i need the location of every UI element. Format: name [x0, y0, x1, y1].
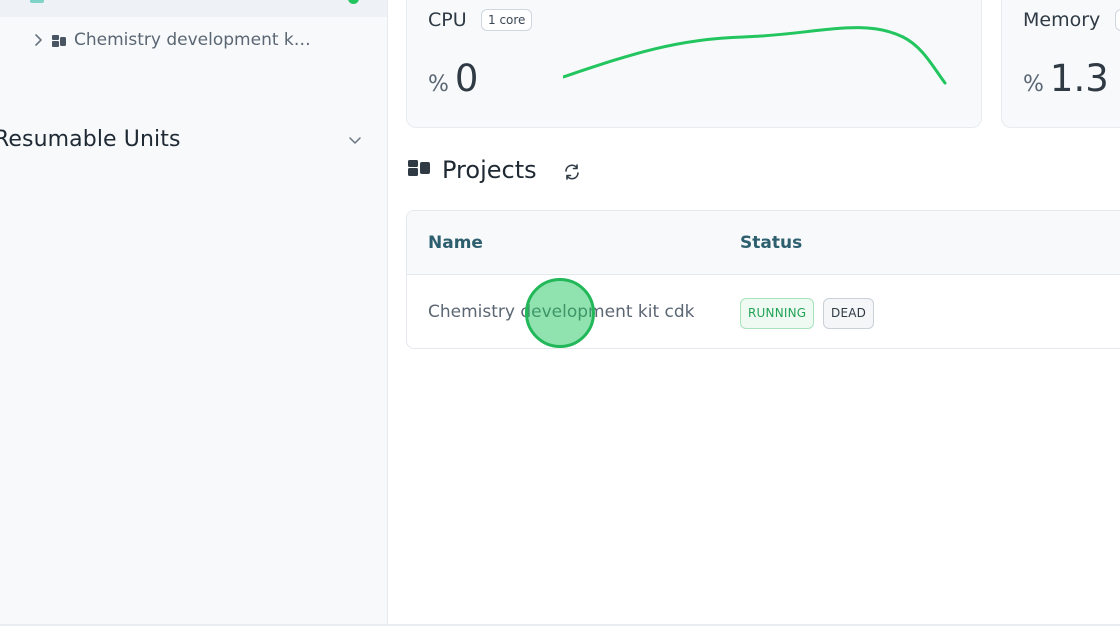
projects-table: Name Status Chemistry development kit cd…	[406, 210, 1120, 349]
cpu-card: CPU 1 core % 0	[406, 0, 982, 128]
chevron-down-icon[interactable]	[348, 132, 362, 146]
sidebar-tree-item-label: Chemistry development k…	[74, 30, 311, 50]
column-header-status[interactable]: Status	[740, 233, 802, 253]
memory-number: 1.3	[1049, 57, 1109, 100]
memory-title: Memory	[1023, 9, 1101, 31]
sidebar: Chemistry development k… Resumable Units	[0, 0, 388, 626]
status-badge-dead: DEAD	[823, 298, 875, 329]
chevron-right-icon[interactable]	[32, 28, 44, 52]
status-badge-running: RUNNING	[740, 298, 815, 329]
section-title: Resumable Units	[0, 126, 181, 152]
project-icon	[52, 33, 66, 47]
projects-title: Projects	[442, 156, 537, 184]
cpu-title: CPU	[428, 9, 467, 31]
projects-icon	[408, 159, 430, 181]
cpu-number: 0	[454, 57, 479, 100]
section-resumable-units[interactable]: Resumable Units	[0, 124, 368, 154]
sidebar-tree-item[interactable]: Chemistry development k…	[32, 28, 332, 52]
table-header: Name Status	[407, 211, 1120, 275]
memory-card: Memory % 1.3	[1001, 0, 1120, 128]
table-row[interactable]: Chemistry development kit cdk RUNNING DE…	[407, 276, 1120, 348]
selected-indicator	[30, 0, 44, 3]
sidebar-active-item[interactable]	[0, 0, 387, 17]
cpu-unit: %	[428, 72, 449, 97]
column-header-name[interactable]: Name	[428, 233, 483, 253]
memory-value: % 1.3	[1023, 57, 1109, 100]
cpu-core-badge: 1 core	[481, 9, 533, 31]
memory-badge	[1115, 9, 1120, 31]
projects-header: Projects	[408, 154, 581, 186]
cpu-sparkline	[563, 26, 947, 85]
cpu-value: % 0	[428, 57, 478, 100]
memory-unit: %	[1023, 72, 1044, 97]
refresh-icon[interactable]	[563, 163, 581, 181]
app-root: Chemistry development k… Resumable Units…	[0, 0, 1120, 626]
click-indicator	[525, 278, 595, 348]
